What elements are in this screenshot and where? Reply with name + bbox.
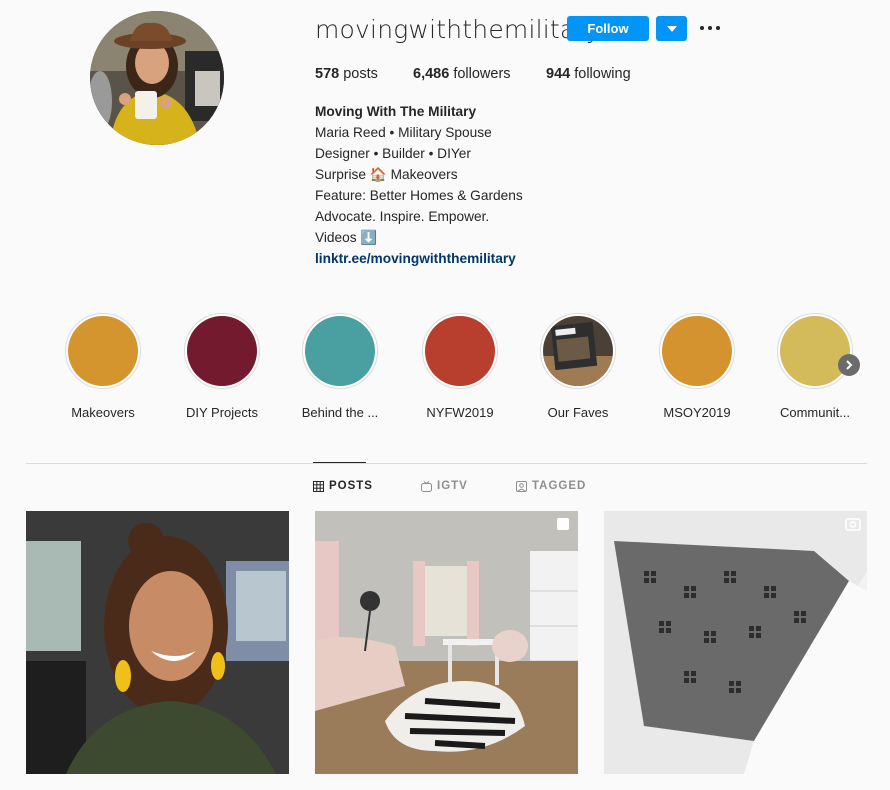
tab-label: TAGGED <box>532 480 587 492</box>
highlights-next-button[interactable] <box>838 354 860 376</box>
more-dots-icon <box>700 26 720 30</box>
highlight-cover <box>425 316 495 386</box>
post-image <box>604 511 867 774</box>
highlight-cover <box>662 316 732 386</box>
posts-count: 578 posts <box>315 66 378 82</box>
active-tab-indicator <box>313 462 366 463</box>
highlight-ring <box>65 313 141 389</box>
bio-full-name: Moving With The Military <box>315 104 477 119</box>
followers-count-value: 6,486 <box>413 66 450 82</box>
highlight-cover-image <box>543 316 613 386</box>
post-thumbnail[interactable] <box>315 511 578 774</box>
highlight-cover <box>780 316 850 386</box>
highlight-behind-the-scenes[interactable]: Behind the ... <box>300 313 380 420</box>
highlight-ring <box>422 313 498 389</box>
bio-line: Surprise 🏠 Makeovers <box>315 167 458 182</box>
followers-count-label: followers <box>449 66 511 82</box>
following-link[interactable]: 944 following <box>546 66 631 82</box>
tab-igtv[interactable]: IGTV <box>421 480 468 492</box>
carousel-icon <box>557 518 569 530</box>
highlight-ring <box>302 313 378 389</box>
post-image <box>26 511 289 774</box>
highlight-our-faves[interactable]: Our Faves <box>538 313 618 420</box>
bio-line: Videos ⬇️ <box>315 230 378 245</box>
avatar-image <box>90 11 224 145</box>
highlight-ring <box>659 313 735 389</box>
highlight-cover <box>305 316 375 386</box>
grid-icon <box>313 480 324 492</box>
tab-label: POSTS <box>329 480 373 492</box>
highlight-ring <box>184 313 260 389</box>
tab-tagged[interactable]: TAGGED <box>516 480 586 492</box>
highlight-ring <box>777 313 853 389</box>
more-options-button[interactable] <box>698 16 722 40</box>
posts-count-label: posts <box>339 66 378 82</box>
bio-line: Designer • Builder • DIYer <box>315 146 471 161</box>
highlight-label: Makeovers <box>71 405 135 420</box>
bio-line: Advocate. Inspire. Empower. <box>315 209 490 224</box>
post-thumbnail[interactable] <box>26 511 289 774</box>
highlight-nyfw2019[interactable]: NYFW2019 <box>420 313 500 420</box>
highlight-msoy2019[interactable]: MSOY2019 <box>657 313 737 420</box>
highlight-label: DIY Projects <box>185 405 258 420</box>
highlight-label: Communit... <box>779 405 851 420</box>
highlight-diy-projects[interactable]: DIY Projects <box>182 313 262 420</box>
caret-down-icon <box>666 25 677 32</box>
tab-label: IGTV <box>437 480 468 492</box>
highlight-label: Behind the ... <box>301 405 379 420</box>
highlight-label: Our Faves <box>547 405 609 420</box>
profile-username: movingwiththemilitary <box>315 15 601 44</box>
chevron-right-icon <box>846 360 853 370</box>
profile-avatar[interactable] <box>90 11 224 145</box>
highlight-makeovers[interactable]: Makeovers <box>63 313 143 420</box>
bio-line: Maria Reed • Military Spouse <box>315 125 492 140</box>
bio-external-link[interactable]: linktr.ee/movingwiththemilitary <box>315 251 516 266</box>
video-icon <box>845 518 861 531</box>
highlight-ring <box>540 313 616 389</box>
follow-button[interactable]: Follow <box>567 16 649 41</box>
highlight-cover <box>68 316 138 386</box>
followers-link[interactable]: 6,486 followers <box>413 66 511 82</box>
tabs-divider <box>26 463 867 464</box>
tagged-icon <box>516 480 527 492</box>
post-thumbnail[interactable] <box>604 511 867 774</box>
post-image <box>315 511 578 774</box>
bio-line: Feature: Better Homes & Gardens <box>315 188 523 203</box>
highlight-label: NYFW2019 <box>426 405 494 420</box>
profile-bio: Moving With The Military Maria Reed • Mi… <box>315 101 735 269</box>
highlight-label: MSOY2019 <box>663 405 731 420</box>
following-count-value: 944 <box>546 66 571 82</box>
tab-posts[interactable]: POSTS <box>313 480 373 492</box>
suggested-dropdown-button[interactable] <box>656 16 687 41</box>
highlight-cover <box>187 316 257 386</box>
following-count-label: following <box>570 66 631 82</box>
posts-count-value: 578 <box>315 66 340 82</box>
igtv-icon <box>421 480 432 492</box>
